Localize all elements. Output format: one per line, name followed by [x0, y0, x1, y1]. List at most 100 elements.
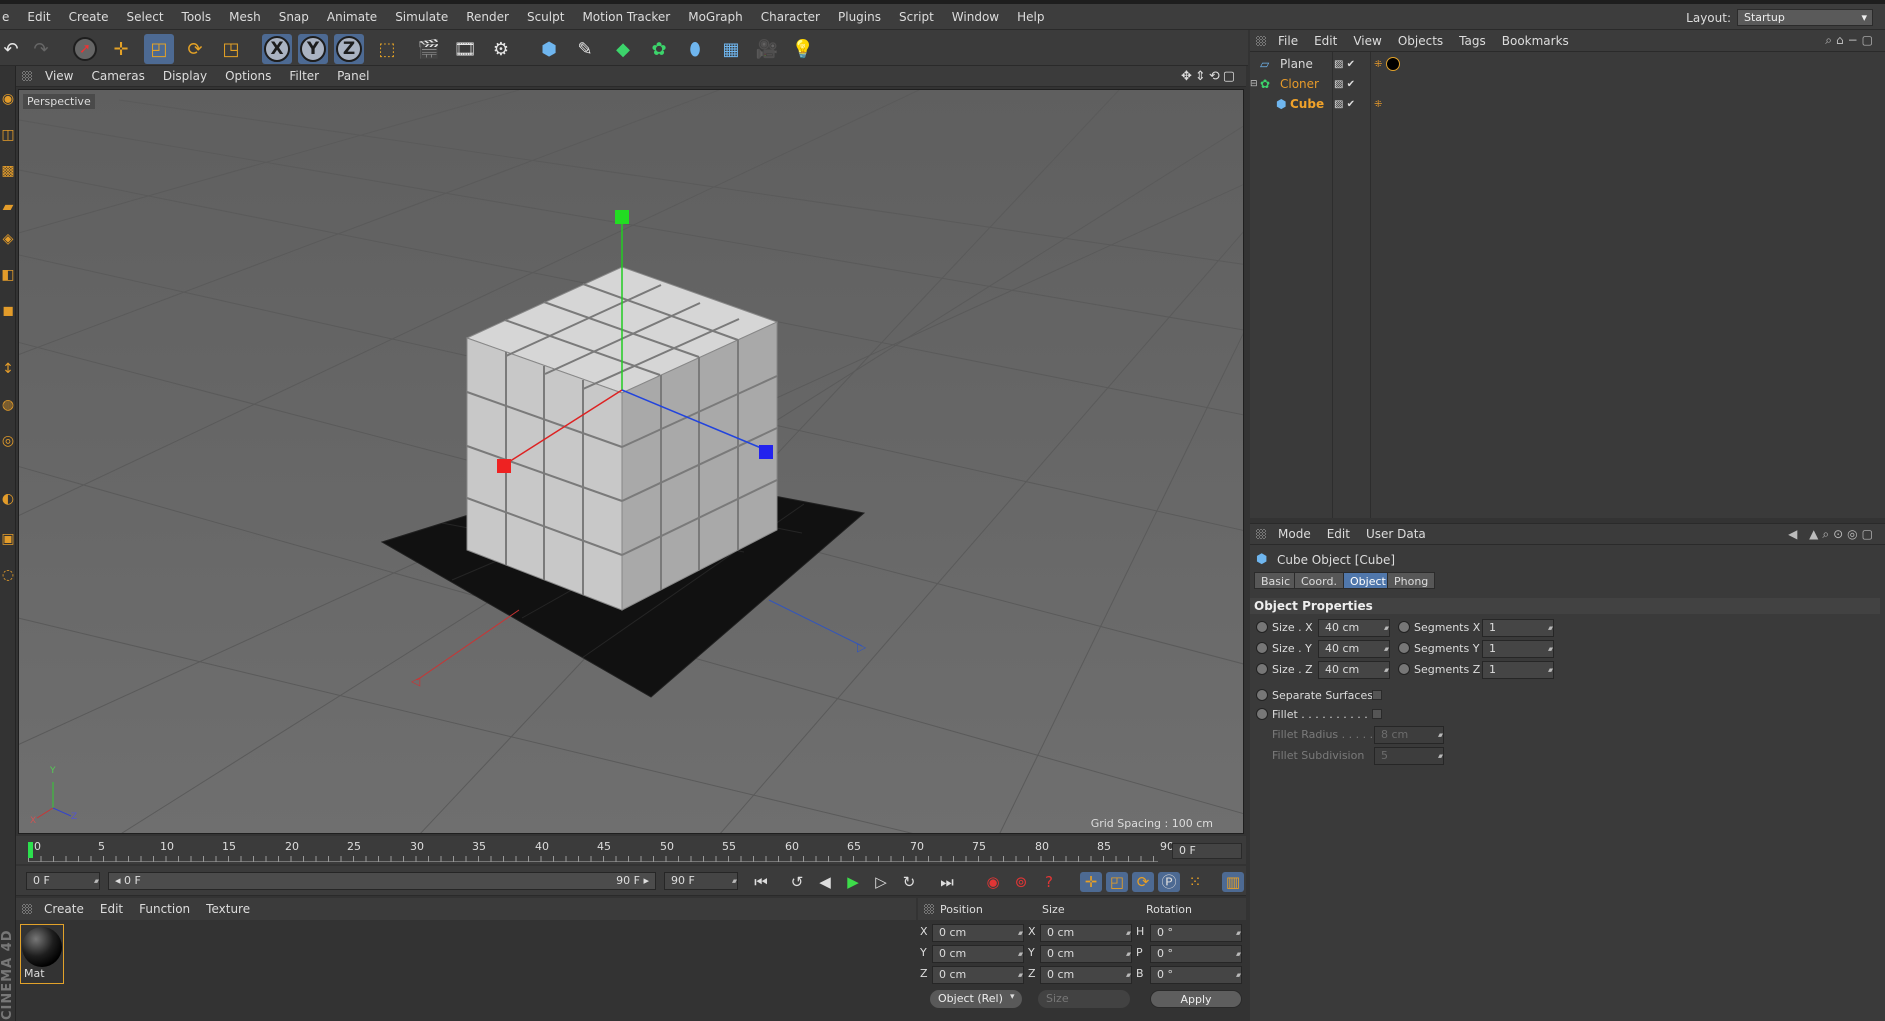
key-parameter-icon[interactable]: Ⓟ — [1158, 872, 1180, 892]
menu-character[interactable]: Character — [752, 10, 829, 24]
sculpt-icon[interactable]: ◌ — [0, 562, 16, 588]
segments-y-input[interactable]: 1 — [1482, 640, 1554, 658]
material-menu-texture[interactable]: Texture — [198, 902, 258, 916]
menu-plugins[interactable]: Plugins — [829, 10, 890, 24]
visibility-toggle[interactable]: ▨ ✔ — [1334, 59, 1374, 70]
texture-mode-icon[interactable]: ▩ — [0, 158, 16, 184]
keyframe-selection-icon[interactable]: ? — [1038, 872, 1060, 892]
layout-select[interactable]: Startup — [1737, 9, 1873, 26]
size-y-field[interactable]: 0 cm — [1040, 945, 1132, 963]
tweak-icon[interactable]: ◍ — [0, 392, 16, 418]
snap-icon[interactable]: ◎ — [0, 428, 16, 454]
menu-edit[interactable]: Edit — [18, 10, 59, 24]
rotate-tool-icon[interactable]: ⟳ — [180, 34, 210, 64]
menu-window[interactable]: Window — [943, 10, 1008, 24]
rotation-h-field[interactable]: 0 ° — [1150, 924, 1242, 942]
deformer-icon[interactable]: ⬮ — [680, 34, 710, 64]
rotation-p-field[interactable]: 0 ° — [1150, 945, 1242, 963]
animate-size-x-radio[interactable] — [1256, 621, 1268, 633]
viewport-menu-options[interactable]: Options — [216, 69, 280, 83]
rotation-b-field[interactable]: 0 ° — [1150, 966, 1242, 984]
scale-tool-icon[interactable]: ◰ — [144, 34, 174, 64]
viewport-menu-view[interactable]: View — [36, 69, 82, 83]
previous-key-icon[interactable]: ↺ — [786, 872, 808, 892]
y-axis-lock-icon[interactable]: Y — [298, 34, 328, 64]
model-mode-icon[interactable]: ◫ — [0, 122, 16, 148]
polygons-mode-icon[interactable]: ◼ — [0, 298, 16, 324]
end-frame-field[interactable]: 90 F — [664, 872, 738, 890]
z-axis-handle[interactable] — [759, 445, 773, 459]
panel-grip-icon[interactable] — [1256, 35, 1266, 46]
menu-animate[interactable]: Animate — [318, 10, 386, 24]
animate-separate-surfaces-radio[interactable] — [1256, 689, 1268, 701]
attr-menu-user-data[interactable]: User Data — [1358, 527, 1434, 541]
render-picture-viewer-icon[interactable]: 🎞 — [450, 34, 480, 64]
timeline-window-icon[interactable]: ▥ — [1222, 872, 1244, 892]
spline-pen-icon[interactable]: ✎ — [570, 34, 600, 64]
menu-e[interactable]: e — [0, 10, 18, 24]
array-generator-icon[interactable]: ✿ — [644, 34, 674, 64]
key-point-level-icon[interactable]: ⁙ — [1184, 872, 1206, 892]
position-x-field[interactable]: 0 cm — [932, 924, 1024, 942]
object-menu-bookmarks[interactable]: Bookmarks — [1494, 34, 1577, 48]
viewport-menu-filter[interactable]: Filter — [280, 69, 328, 83]
material-swatch[interactable]: Mat — [20, 924, 64, 984]
coordinate-mode-select[interactable]: Object (Rel) — [930, 990, 1022, 1008]
transform-tool-icon[interactable]: ◳ — [216, 34, 246, 64]
size-x-field[interactable]: 0 cm — [1040, 924, 1132, 942]
object-menu-tags[interactable]: Tags — [1451, 34, 1494, 48]
object-menu-objects[interactable]: Objects — [1390, 34, 1451, 48]
attr-menu-edit[interactable]: Edit — [1319, 527, 1358, 541]
object-row-cloner[interactable]: ⊟ ✿ Cloner ▨ ✔ — [1250, 74, 1880, 94]
size-z-field[interactable]: 0 cm — [1040, 966, 1132, 984]
go-to-start-icon[interactable]: ⏮ — [750, 872, 772, 892]
viewport-menu-panel[interactable]: Panel — [328, 69, 378, 83]
material-tag-icon[interactable]: ⁜ — [1374, 57, 1400, 71]
edges-mode-icon[interactable]: ◧ — [0, 262, 16, 288]
segments-x-input[interactable]: 1 — [1482, 619, 1554, 637]
material-menu-create[interactable]: Create — [36, 902, 92, 916]
enable-axis-icon[interactable]: ↕ — [0, 356, 16, 382]
y-axis-handle[interactable] — [615, 210, 629, 224]
timeline-ruler[interactable]: 0 5 10 15 20 25 30 35 40 45 50 55 60 65 … — [16, 836, 1246, 864]
phong-tag-icon[interactable]: ⁜ — [1374, 99, 1382, 110]
previous-frame-icon[interactable]: ◀ — [814, 872, 836, 892]
x-axis-handle[interactable] — [497, 459, 511, 473]
position-y-field[interactable]: 0 cm — [932, 945, 1024, 963]
key-position-icon[interactable]: ✛ — [1080, 872, 1102, 892]
apply-button[interactable]: Apply — [1150, 990, 1242, 1008]
next-key-icon[interactable]: ↻ — [898, 872, 920, 892]
menu-tools[interactable]: Tools — [173, 10, 221, 24]
fillet-radius-input[interactable]: 8 cm — [1374, 726, 1444, 744]
position-z-field[interactable]: 0 cm — [932, 966, 1024, 984]
tab-object[interactable]: Object — [1343, 572, 1393, 589]
menu-render[interactable]: Render — [457, 10, 518, 24]
animate-segments-x-radio[interactable] — [1398, 621, 1410, 633]
material-menu-function[interactable]: Function — [131, 902, 198, 916]
play-forward-icon[interactable]: ▶ — [842, 872, 864, 892]
render-settings-icon[interactable]: ⚙ — [486, 34, 516, 64]
select-tool-icon[interactable]: ➚ — [70, 34, 100, 64]
attribute-nav-icons[interactable]: ◀ ▲⌕⊙◎▢ — [1788, 527, 1877, 542]
menu-script[interactable]: Script — [890, 10, 943, 24]
tab-basic[interactable]: Basic — [1254, 572, 1298, 589]
attr-menu-mode[interactable]: Mode — [1270, 527, 1319, 541]
start-frame-field[interactable]: 0 F — [26, 872, 100, 890]
menu-sculpt[interactable]: Sculpt — [518, 10, 573, 24]
viewport-menu-display[interactable]: Display — [154, 69, 216, 83]
object-row-cube[interactable]: ⬢ Cube ▨ ✔ ⁜ — [1250, 94, 1880, 114]
z-axis-lock-icon[interactable]: Z — [334, 34, 364, 64]
panel-grip-icon[interactable] — [22, 71, 32, 81]
solo-icon[interactable]: ▣ — [0, 526, 16, 552]
object-manager-tool-icons[interactable]: ⌕⌂−▢ — [1825, 33, 1877, 48]
object-menu-view[interactable]: View — [1345, 34, 1389, 48]
menu-select[interactable]: Select — [118, 10, 173, 24]
size-x-input[interactable]: 40 cm — [1318, 619, 1390, 637]
menu-snap[interactable]: Snap — [270, 10, 318, 24]
visibility-toggle[interactable]: ▨ ✔ — [1334, 99, 1374, 110]
animate-segments-y-radio[interactable] — [1398, 642, 1410, 654]
segments-z-input[interactable]: 1 — [1482, 661, 1554, 679]
3d-viewport[interactable]: ◁ ▷ Y X Z Perspective Grid Spacing: 100… — [18, 89, 1244, 834]
expand-icon[interactable]: ⊟ — [1250, 79, 1260, 89]
animate-size-y-radio[interactable] — [1256, 642, 1268, 654]
